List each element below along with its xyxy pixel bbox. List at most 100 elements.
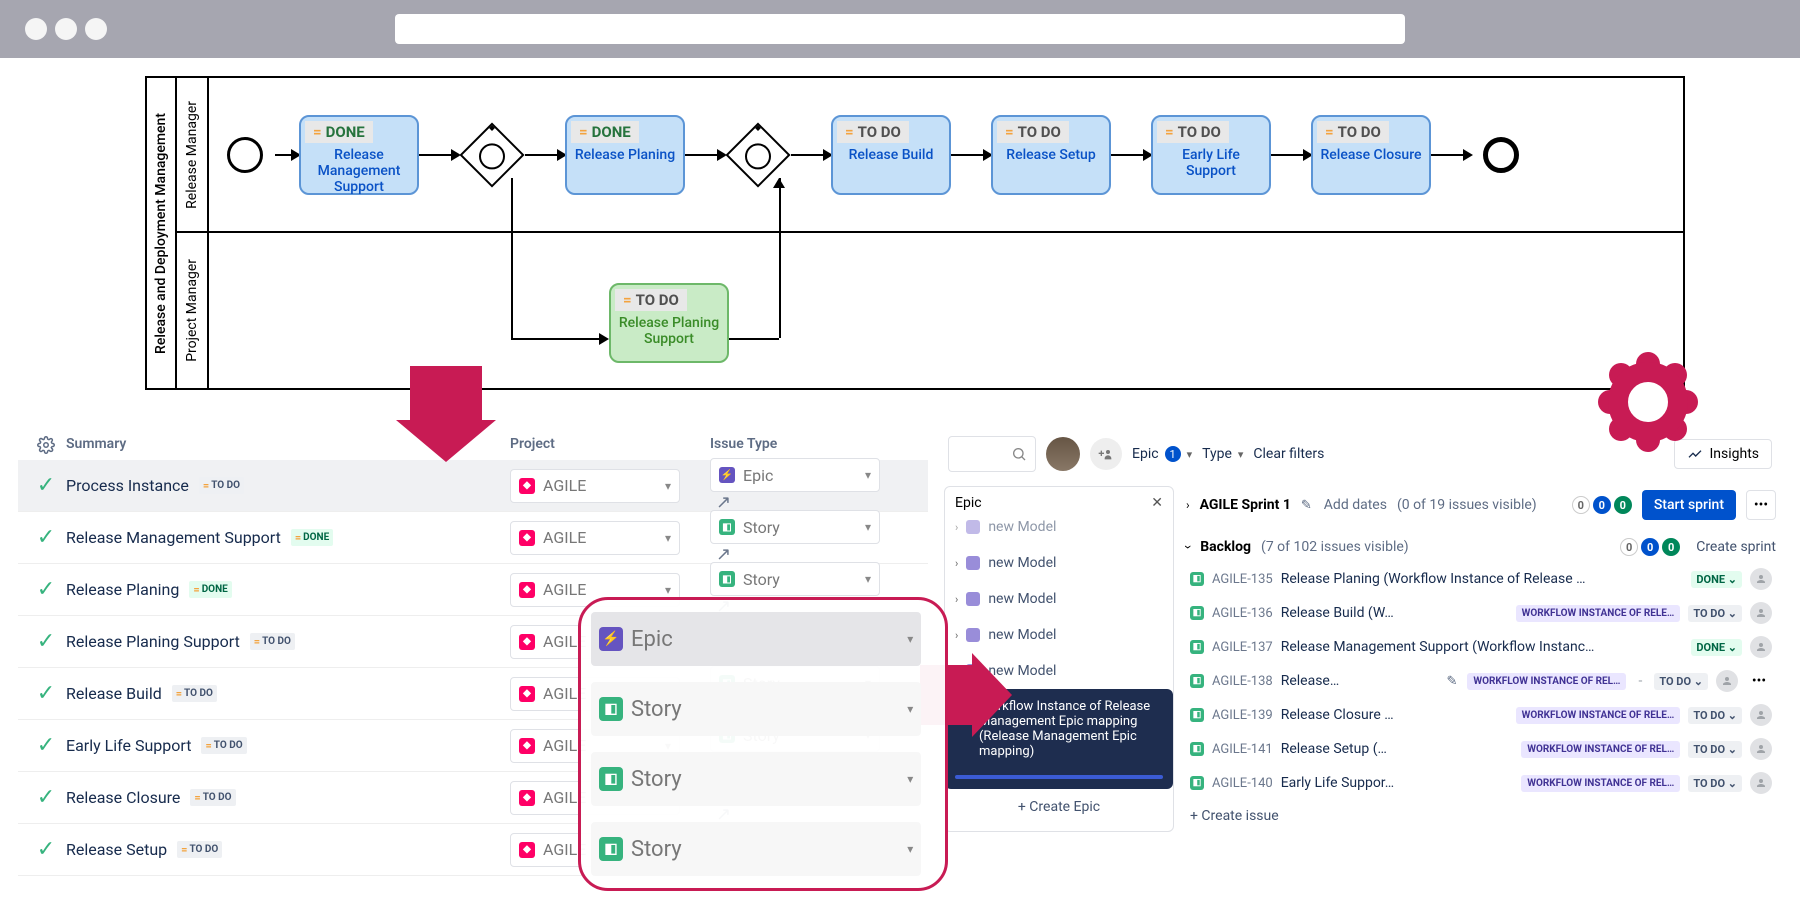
clear-filters[interactable]: Clear filters xyxy=(1253,446,1324,462)
project-select[interactable]: ◆AGILE▾ xyxy=(510,469,680,503)
status-chip: DONE xyxy=(189,581,231,598)
assignee-avatar[interactable] xyxy=(1750,568,1772,590)
table-row[interactable]: ✓Release Management SupportDONE◆AGILE▾◧S… xyxy=(18,512,928,564)
issue-title: Release Closure … xyxy=(1281,707,1508,723)
backlog-issue-row[interactable]: ◧AGILE-138Release…✎WORKFLOW INSTANCE OF … xyxy=(1186,664,1776,698)
lane-project-manager: Project Manager TO DO Release Planing Su… xyxy=(177,233,1683,388)
issue-type-select[interactable]: ◧Story▾ xyxy=(710,562,880,596)
status-chip: TO DO xyxy=(177,841,222,858)
check-icon: ✓ xyxy=(26,629,66,654)
project-icon: ◆ xyxy=(519,686,535,702)
task-release-closure[interactable]: TO DO Release Closure xyxy=(1311,115,1431,195)
task-release-setup[interactable]: TO DO Release Setup xyxy=(991,115,1111,195)
task-label: Release Management Support xyxy=(307,147,411,195)
epic-lozenge[interactable]: WORKFLOW INSTANCE OF RELE… xyxy=(1516,605,1681,622)
backlog-issue-row[interactable]: ◧AGILE-136Release Build (W…WORKFLOW INST… xyxy=(1186,596,1776,630)
issue-title: Release Setup (… xyxy=(1281,741,1514,757)
table-row[interactable]: ✓Process InstanceTO DO◆AGILE▾⚡Epic▾↗ xyxy=(18,460,928,512)
check-icon: ✓ xyxy=(26,733,66,758)
flow-arrow xyxy=(419,154,459,156)
pencil-icon[interactable]: ✎ xyxy=(1446,674,1457,689)
lane-label: Project Manager xyxy=(184,259,200,362)
more-icon[interactable]: ••• xyxy=(1746,490,1776,520)
epic-item[interactable]: ›new Model xyxy=(945,581,1173,617)
issuetype-icon: ◧ xyxy=(1190,572,1204,586)
traffic-dot xyxy=(55,18,77,40)
epic-filter[interactable]: Epic 1 ▾ xyxy=(1132,446,1192,462)
chevron-right-icon[interactable]: › xyxy=(1186,498,1190,512)
status-pill[interactable]: TO DO ⌄ xyxy=(1688,775,1742,792)
flow-arrow xyxy=(1431,154,1471,156)
epic-item[interactable]: ›new Model xyxy=(945,545,1173,581)
backlog-title[interactable]: Backlog xyxy=(1200,539,1251,555)
backlog-issue-row[interactable]: ◧AGILE-139Release Closure …WORKFLOW INST… xyxy=(1186,698,1776,732)
close-icon[interactable]: ✕ xyxy=(1151,495,1163,511)
assignee-avatar[interactable] xyxy=(1716,670,1738,692)
issue-type-select[interactable]: ◧Story▾ xyxy=(710,510,880,544)
backlog-issue-row[interactable]: ◧AGILE-135Release Planing (Workflow Inst… xyxy=(1186,562,1776,596)
backlog-issue-row[interactable]: ◧AGILE-141Release Setup (…WORKFLOW INSTA… xyxy=(1186,732,1776,766)
check-icon: ✓ xyxy=(26,577,66,602)
user-avatar[interactable] xyxy=(1046,437,1080,471)
type-filter[interactable]: Type▾ xyxy=(1202,446,1243,462)
create-sprint-button[interactable]: Create sprint xyxy=(1696,539,1776,555)
create-epic-button[interactable]: + Create Epic xyxy=(945,789,1173,825)
add-dates[interactable]: Add dates xyxy=(1324,497,1387,513)
issue-key: AGILE-140 xyxy=(1212,776,1273,791)
assignee-avatar[interactable] xyxy=(1750,636,1772,658)
status-chip: TO DO xyxy=(250,633,295,650)
check-icon: ✓ xyxy=(26,525,66,550)
sprint-name[interactable]: AGILE Sprint 1 xyxy=(1200,497,1291,513)
issuetype-icon: ⚡ xyxy=(719,467,735,483)
task-release-mgmt-support[interactable]: DONE Release Management Support xyxy=(299,115,419,195)
issue-type-select-zoom[interactable]: ◧Story▾ xyxy=(591,752,921,806)
status-pill[interactable]: TO DO ⌄ xyxy=(1688,605,1742,622)
url-bar[interactable] xyxy=(395,14,1405,44)
epic-lozenge[interactable]: WORKFLOW INSTANCE OF REL… xyxy=(1521,741,1680,758)
issue-type-select-zoom[interactable]: ◧Story▾ xyxy=(591,682,921,736)
start-sprint-button[interactable]: Start sprint xyxy=(1642,490,1736,520)
assignee-avatar[interactable] xyxy=(1750,738,1772,760)
status-pill[interactable]: DONE ⌄ xyxy=(1691,571,1742,588)
epic-item[interactable]: ›new Model xyxy=(945,617,1173,653)
issue-type-select-zoom[interactable]: ⚡Epic▾ xyxy=(591,612,921,666)
check-icon: ✓ xyxy=(26,473,66,498)
assignee-avatar[interactable] xyxy=(1750,704,1772,726)
issuetype-icon: ◧ xyxy=(1190,742,1204,756)
gear-icon[interactable] xyxy=(26,436,66,454)
project-select[interactable]: ◆AGILE▾ xyxy=(510,521,680,555)
create-issue-button[interactable]: + Create issue xyxy=(1186,800,1776,832)
gateway xyxy=(459,122,524,187)
issue-type-select[interactable]: ⚡Epic▾ xyxy=(710,458,880,492)
search-input[interactable] xyxy=(948,436,1036,472)
status-chip: TO DO xyxy=(190,789,235,806)
chevron-down-icon[interactable]: › xyxy=(1180,545,1196,549)
task-early-life-support[interactable]: TO DO Early Life Support xyxy=(1151,115,1271,195)
epic-panel-title: Epic xyxy=(955,495,982,511)
issue-key: AGILE-136 xyxy=(1212,606,1273,621)
status-pill[interactable]: TO DO ⌄ xyxy=(1688,741,1742,758)
task-release-planing[interactable]: DONE Release Planing xyxy=(565,115,685,195)
epic-lozenge[interactable]: WORKFLOW INSTANCE OF REL… xyxy=(1467,673,1626,690)
status-chip: TO DO xyxy=(997,121,1069,143)
epic-lozenge[interactable]: WORKFLOW INSTANCE OF REL… xyxy=(1521,775,1680,792)
more-icon[interactable]: ••• xyxy=(1746,670,1772,692)
task-release-build[interactable]: TO DO Release Build xyxy=(831,115,951,195)
pencil-icon[interactable]: ✎ xyxy=(1301,498,1312,513)
backlog-issue-row[interactable]: ◧AGILE-137Release Management Support (Wo… xyxy=(1186,630,1776,664)
issue-type-zoom: ⚡Epic▾ ◧Story▾ ◧Story▾ ◧Story▾ xyxy=(578,597,948,891)
status-pill[interactable]: DONE ⌄ xyxy=(1691,639,1742,656)
epic-lozenge[interactable]: WORKFLOW INSTANCE OF RELE… xyxy=(1516,707,1681,724)
flow-arrow xyxy=(951,154,991,156)
epic-item[interactable]: ›new Model xyxy=(945,519,1173,545)
task-release-planing-support[interactable]: TO DO Release Planing Support xyxy=(609,283,729,363)
issue-type-select-zoom[interactable]: ◧Story▾ xyxy=(591,822,921,876)
status-pill[interactable]: TO DO ⌄ xyxy=(1688,707,1742,724)
row-summary: Release Planing xyxy=(66,580,179,599)
backlog-issue-row[interactable]: ◧AGILE-140Early Life Suppor…WORKFLOW INS… xyxy=(1186,766,1776,800)
status-chip: TO DO xyxy=(1157,121,1229,143)
add-people-button[interactable] xyxy=(1090,438,1122,470)
status-pill[interactable]: TO DO ⌄ xyxy=(1654,673,1708,690)
assignee-avatar[interactable] xyxy=(1750,772,1772,794)
assignee-avatar[interactable] xyxy=(1750,602,1772,624)
